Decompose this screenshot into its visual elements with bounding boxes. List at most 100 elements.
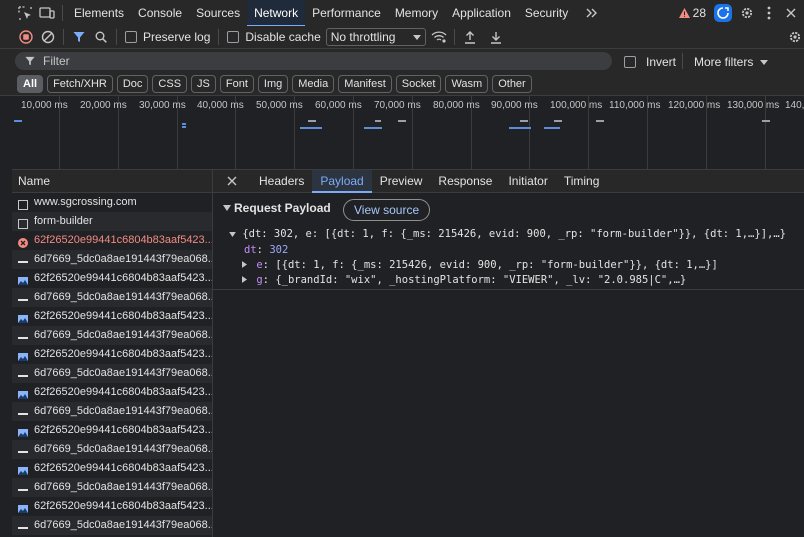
type-chip-socket[interactable]: Socket <box>395 75 442 93</box>
detail-tab-headers[interactable]: Headers <box>251 170 312 192</box>
more-tabs-icon[interactable] <box>581 2 603 24</box>
image-icon <box>18 312 28 323</box>
clear-log-icon[interactable] <box>37 26 59 48</box>
invert-checkbox[interactable]: Invert <box>624 55 676 69</box>
disable-cache-box[interactable] <box>227 31 240 43</box>
request-row[interactable]: form-builder <box>12 212 212 231</box>
tab-elements[interactable]: Elements <box>67 0 131 26</box>
kebab-menu-icon[interactable] <box>758 2 780 24</box>
network-conditions-icon[interactable] <box>428 26 450 48</box>
caret-right-icon <box>242 261 247 268</box>
name-column-header[interactable]: Name <box>18 174 50 188</box>
timeline-tick-label: 140,0 <box>785 100 804 111</box>
timeline-request-bar <box>509 127 531 129</box>
request-name: 6d7669_5dc0a8ae191443f79ea068... <box>34 291 212 303</box>
request-row[interactable]: www.sgcrossing.com <box>12 193 212 212</box>
device-toolbar-icon[interactable] <box>36 2 58 24</box>
tab-application[interactable]: Application <box>445 0 518 26</box>
type-chip-js[interactable]: JS <box>191 75 216 93</box>
timeline-overview[interactable]: 10,000 ms 20,000 ms 30,000 ms 40,000 ms 50,0… <box>12 96 804 170</box>
issues-counter[interactable]: 28 <box>678 6 706 20</box>
request-row[interactable]: 62f26520e99441c6804b83aaf5423... <box>12 307 212 326</box>
detail-tab-initiator[interactable]: Initiator <box>500 170 555 192</box>
tab-performance[interactable]: Performance <box>305 0 388 26</box>
timeline-request-bar <box>375 120 381 122</box>
request-name: 6d7669_5dc0a8ae191443f79ea068... <box>34 367 212 379</box>
payload-e-line[interactable]: e: [{dt: 1, f: {_ms: 215426, evid: 900, … <box>242 259 718 271</box>
tab-sources[interactable]: Sources <box>189 0 247 26</box>
detail-tab-response[interactable]: Response <box>430 170 500 192</box>
type-chip-media[interactable]: Media <box>292 75 335 93</box>
detail-tab-preview[interactable]: Preview <box>372 170 431 192</box>
timeline-request-bar <box>596 120 604 122</box>
image-icon <box>18 502 28 513</box>
invert-box[interactable] <box>624 56 636 68</box>
payload-g-line[interactable]: g: {_brandId: "wix", _hostingPlatform: "… <box>242 274 686 286</box>
dt-value: 302 <box>269 244 289 256</box>
warning-icon <box>678 8 690 18</box>
settings-gear-icon[interactable] <box>736 2 758 24</box>
type-chip-all[interactable]: All <box>17 75 44 93</box>
type-chip-css[interactable]: CSS <box>152 75 188 93</box>
request-row[interactable]: 62f26520e99441c6804b83aaf5423... <box>12 231 212 250</box>
request-list-header[interactable]: Name <box>12 170 212 193</box>
throttling-select[interactable]: No throttling <box>325 28 426 46</box>
request-row[interactable]: 62f26520e99441c6804b83aaf5423... <box>12 459 212 478</box>
timeline-request-bar <box>300 127 322 129</box>
tab-console[interactable]: Console <box>131 0 189 26</box>
payload-summary-line[interactable]: {dt: 302, e: [{dt: 1, f: {_ms: 215426, e… <box>229 228 786 240</box>
search-icon[interactable] <box>90 26 112 48</box>
ping-icon <box>18 369 28 379</box>
preserve-log-box[interactable] <box>125 31 137 43</box>
request-row[interactable]: 6d7669_5dc0a8ae191443f79ea068... <box>12 250 212 269</box>
export-har-icon[interactable] <box>485 26 507 48</box>
request-list[interactable]: www.sgcrossing.com form-builder 62f26520e9… <box>12 193 212 537</box>
stop-recording-icon[interactable] <box>15 26 37 48</box>
request-name: 6d7669_5dc0a8ae191443f79ea068... <box>34 519 212 531</box>
request-row[interactable]: 62f26520e99441c6804b83aaf5423... <box>12 383 212 402</box>
timeline-request-bar <box>182 126 186 128</box>
request-row[interactable]: 6d7669_5dc0a8ae191443f79ea068... <box>12 326 212 345</box>
request-row[interactable]: 6d7669_5dc0a8ae191443f79ea068... <box>12 516 212 535</box>
type-chip-manifest[interactable]: Manifest <box>338 75 392 93</box>
close-detail-icon[interactable] <box>221 170 243 192</box>
view-source-button[interactable]: View source <box>343 199 431 221</box>
detail-tab-payload[interactable]: Payload <box>312 170 373 193</box>
type-chip-font[interactable]: Font <box>219 75 254 93</box>
more-filters-dropdown[interactable]: More filters <box>694 55 769 69</box>
filter-funnel-icon[interactable] <box>68 26 90 48</box>
request-row[interactable]: 6d7669_5dc0a8ae191443f79ea068... <box>12 402 212 421</box>
request-row[interactable]: 6d7669_5dc0a8ae191443f79ea068... <box>12 478 212 497</box>
request-row[interactable]: 6d7669_5dc0a8ae191443f79ea068... <box>12 440 212 459</box>
tab-memory[interactable]: Memory <box>388 0 445 26</box>
type-chip-img[interactable]: Img <box>257 75 289 93</box>
preserve-log-checkbox[interactable]: Preserve log <box>125 30 210 44</box>
request-row[interactable]: 62f26520e99441c6804b83aaf5423... <box>12 497 212 516</box>
network-settings-gear-icon[interactable] <box>784 26 804 48</box>
request-row[interactable]: 62f26520e99441c6804b83aaf5423... <box>12 269 212 288</box>
filter-input[interactable]: Filter <box>15 52 612 70</box>
ping-icon <box>18 407 28 417</box>
request-row[interactable]: 62f26520e99441c6804b83aaf5423... <box>12 421 212 440</box>
type-chip-other[interactable]: Other <box>492 75 532 93</box>
disable-cache-checkbox[interactable]: Disable cache <box>227 30 321 44</box>
inspect-element-icon[interactable] <box>14 2 36 24</box>
request-name: 6d7669_5dc0a8ae191443f79ea068... <box>34 405 212 417</box>
request-row[interactable]: 6d7669_5dc0a8ae191443f79ea068... <box>12 364 212 383</box>
type-chip-doc[interactable]: Doc <box>116 75 149 93</box>
close-devtools-icon[interactable] <box>780 2 802 24</box>
extension-icon[interactable] <box>714 4 732 22</box>
request-row[interactable]: 6d7669_5dc0a8ae191443f79ea068... <box>12 288 212 307</box>
request-payload-section[interactable]: Request Payload <box>223 201 331 215</box>
request-name: 6d7669_5dc0a8ae191443f79ea068... <box>34 481 212 493</box>
request-row[interactable]: 62f26520e99441c6804b83aaf5423... <box>12 345 212 364</box>
import-har-icon[interactable] <box>459 26 481 48</box>
tab-security[interactable]: Security <box>518 0 575 26</box>
request-name: 6d7669_5dc0a8ae191443f79ea068... <box>34 329 212 341</box>
detail-tab-timing[interactable]: Timing <box>556 170 608 192</box>
type-chip-fetch-xhr[interactable]: Fetch/XHR <box>47 75 113 93</box>
timeline-request-bar <box>398 120 406 122</box>
type-chip-wasm[interactable]: Wasm <box>445 75 489 93</box>
timeline-request-bar <box>520 120 528 122</box>
tab-network[interactable]: Network <box>247 0 306 27</box>
